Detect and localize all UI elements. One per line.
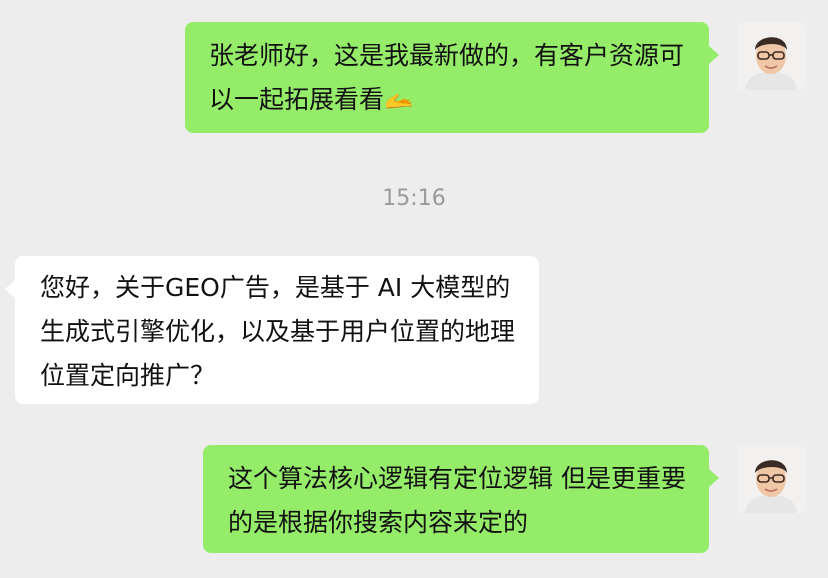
bubble-tail bbox=[709, 46, 719, 64]
pinched-hand-emoji-icon: 🫴 bbox=[384, 87, 414, 115]
bubble-tail bbox=[709, 469, 719, 487]
timestamp: 15:16 bbox=[382, 186, 446, 211]
avatar[interactable] bbox=[737, 445, 805, 513]
message-text: 这个算法核心逻辑有定位逻辑 但是更重要的是根据你搜索内容来定的 bbox=[228, 464, 686, 537]
message-text: 您好，关于GEO广告，是基于 AI 大模型的生成式引擎优化，以及基于用户位置的地… bbox=[40, 273, 516, 390]
outgoing-message-bubble[interactable]: 这个算法核心逻辑有定位逻辑 但是更重要的是根据你搜索内容来定的 bbox=[203, 445, 719, 553]
incoming-message-bubble[interactable]: 您好，关于GEO广告，是基于 AI 大模型的生成式引擎优化，以及基于用户位置的地… bbox=[5, 256, 539, 404]
avatar[interactable] bbox=[737, 22, 805, 90]
user-avatar-icon bbox=[737, 445, 805, 513]
user-avatar-icon bbox=[737, 22, 805, 90]
outgoing-message-bubble[interactable]: 张老师好，这是我最新做的，有客户资源可以一起拓展看看🫴 bbox=[185, 22, 719, 133]
message-text: 张老师好，这是我最新做的，有客户资源可以一起拓展看看🫴 bbox=[209, 41, 685, 115]
bubble-tail bbox=[5, 280, 15, 298]
